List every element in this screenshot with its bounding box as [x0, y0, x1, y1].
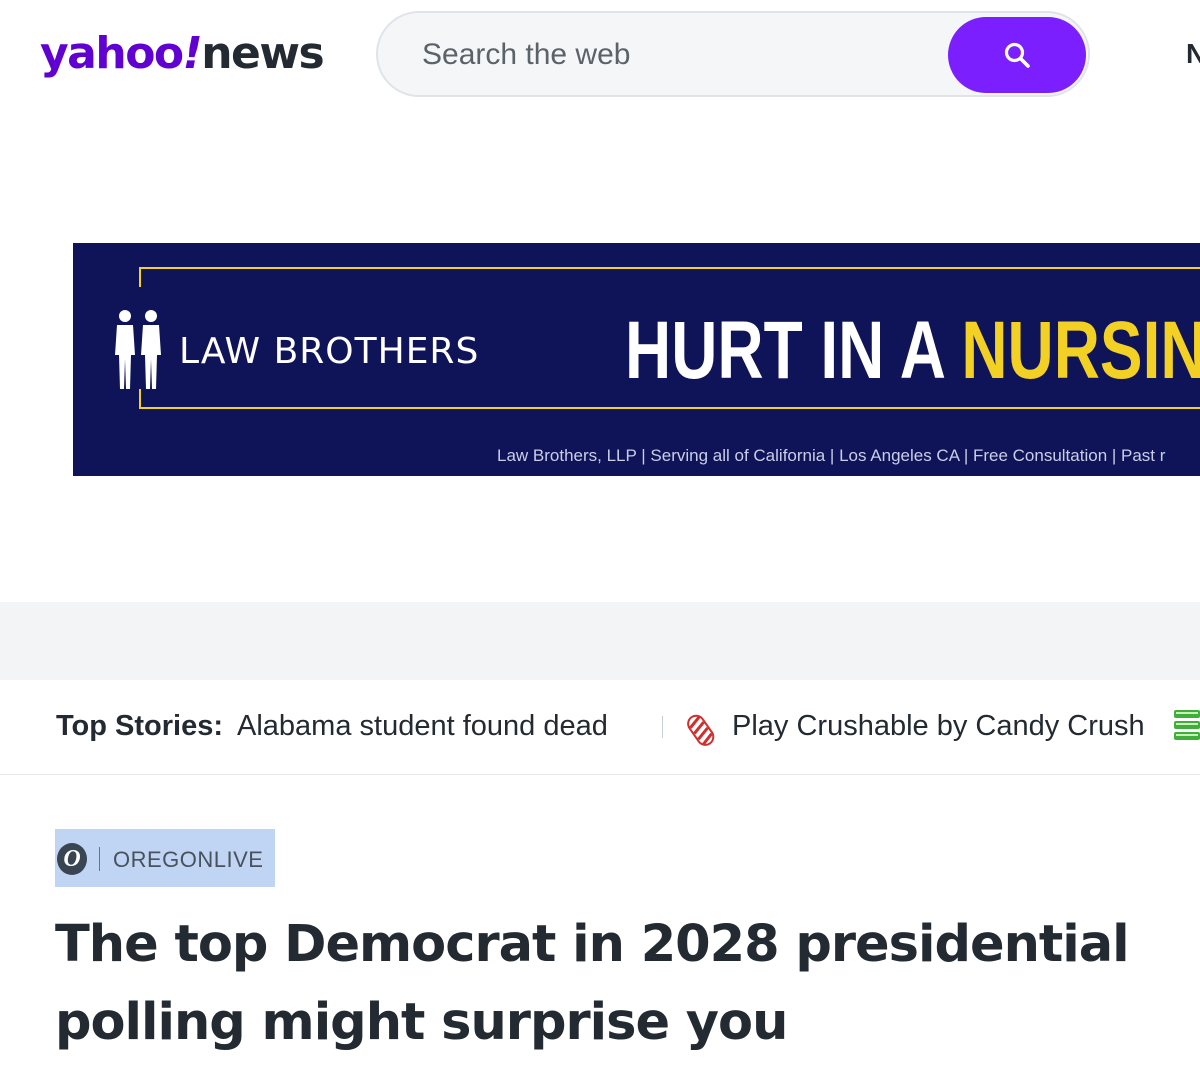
search-bar — [376, 11, 1090, 97]
search-input[interactable] — [422, 33, 922, 77]
divider — [662, 716, 663, 738]
law-brothers-logo-icon — [115, 310, 161, 389]
top-story-link[interactable]: Alabama student found dead — [237, 710, 608, 743]
top-story-link[interactable]: Play Crushable by Candy Crush — [732, 710, 1145, 743]
search-button[interactable] — [948, 17, 1086, 93]
section-divider — [0, 602, 1200, 680]
ad-headline-white: HURT IN A — [625, 305, 962, 396]
search-icon — [1004, 42, 1030, 68]
candy-icon — [687, 714, 715, 746]
site-header: yahoo!news N — [0, 0, 1200, 110]
ad-frame — [139, 407, 1200, 409]
ad-brand: LAW BROTHERS — [179, 331, 480, 372]
stack-icon — [1174, 710, 1200, 740]
ad-frame — [139, 267, 1200, 269]
logo-bang: ! — [182, 28, 203, 79]
ad-headline: HURT IN A NURSING H — [625, 305, 1200, 397]
oregonlive-logo-icon: O — [57, 843, 87, 875]
top-stories-bar: Top Stories: Alabama student found dead … — [0, 680, 1200, 775]
article-source[interactable]: O OREGONLIVE — [55, 829, 275, 887]
logo-brand: yahoo — [40, 28, 184, 79]
advertisement-banner[interactable]: LAW BROTHERS HURT IN A NURSING H Law Bro… — [73, 243, 1200, 476]
article-title: The top Democrat in 2028 presidential po… — [55, 915, 1130, 1052]
ad-headline-yellow: NURSING H — [961, 305, 1200, 396]
divider — [99, 847, 100, 871]
ad-frame — [139, 267, 141, 287]
ad-fine-print: Law Brothers, LLP | Serving all of Calif… — [497, 446, 1166, 465]
top-stories-label: Top Stories: — [56, 710, 224, 742]
logo-section: news — [201, 28, 325, 79]
yahoo-news-logo[interactable]: yahoo!news — [40, 26, 325, 82]
source-name: OREGONLIVE — [113, 847, 264, 872]
ad-frame — [139, 389, 141, 409]
nav-link-clipped[interactable]: N — [1186, 38, 1200, 70]
